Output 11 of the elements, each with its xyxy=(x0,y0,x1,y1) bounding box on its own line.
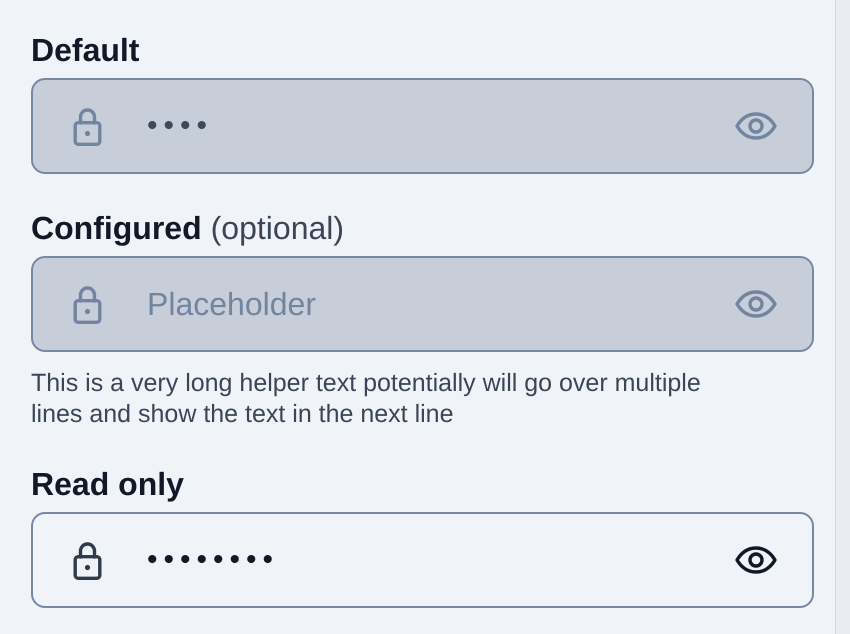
helper-text: This is a very long helper text potentially will go over multiple lines and show the text in the next line xyxy=(31,368,702,430)
field-label: Read only xyxy=(31,465,184,504)
lock-icon xyxy=(72,106,103,146)
password-field[interactable]: •••••••• xyxy=(31,512,814,608)
eye-icon[interactable] xyxy=(735,546,777,574)
lock-icon xyxy=(72,540,103,580)
field-label: Default xyxy=(31,31,140,70)
optional-label: (optional) xyxy=(210,209,344,248)
field-label: Configured xyxy=(31,209,202,248)
lock-icon xyxy=(72,284,103,324)
password-field[interactable]: •••• xyxy=(31,78,814,174)
